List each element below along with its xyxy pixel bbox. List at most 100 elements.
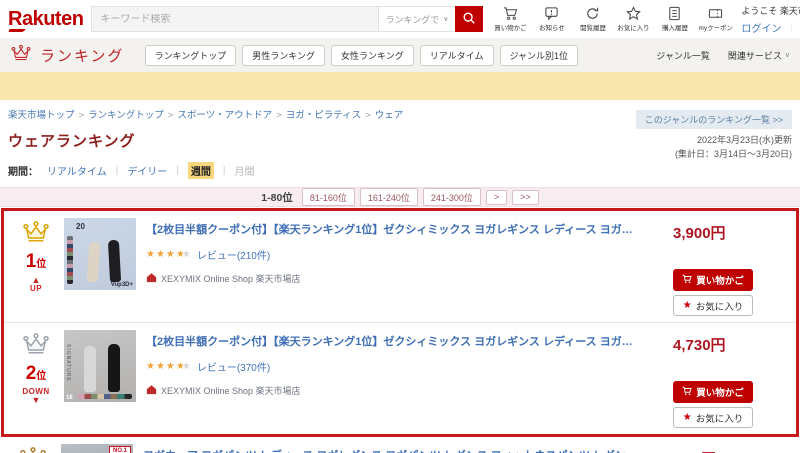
- login-link[interactable]: ログイン: [741, 20, 781, 35]
- search-button[interactable]: [455, 6, 483, 32]
- color-swatches: [78, 394, 132, 399]
- tally-period: (集計日：3月14日～3月20日): [675, 148, 792, 162]
- cart-link[interactable]: 買い物かご: [493, 6, 528, 33]
- rank-number: 2位: [26, 364, 47, 383]
- review-count-link[interactable]: レビュー(210件): [197, 247, 270, 262]
- add-to-cart-button[interactable]: 買い物かご: [673, 381, 753, 403]
- pagination-241-300[interactable]: 241-300位: [423, 188, 481, 206]
- breadcrumb-link[interactable]: ヨガ・ピラティス: [286, 110, 361, 121]
- search-bar: ランキングで ∨: [91, 6, 483, 32]
- product-title-link[interactable]: ヨガウェア ヨガパンツ レディース ヨガレギンス ヨガパンツ レギンス フィット…: [143, 447, 641, 453]
- nav-ranking-top[interactable]: ランキングトップ: [145, 45, 237, 66]
- product-image[interactable]: NO.1: [61, 444, 133, 453]
- search-icon: [462, 11, 476, 28]
- shop-row: XEXYMIX Online Shop 楽天市場店: [146, 272, 638, 285]
- pagination-81-160[interactable]: 81-160位: [302, 188, 355, 206]
- search-category-dropdown[interactable]: ランキングで ∨: [378, 6, 456, 32]
- trend-down-indicator: DOWN ▼: [22, 388, 49, 405]
- document-icon: [667, 6, 682, 21]
- history-link[interactable]: 閲覧履歴: [575, 6, 610, 33]
- search-input-wrap: [91, 6, 377, 32]
- price-text: 998円: [676, 448, 716, 453]
- product-image[interactable]: 20 Vup3D+: [64, 218, 136, 290]
- period-monthly[interactable]: 月間: [235, 163, 255, 178]
- rakuten-logo[interactable]: Rakuten: [8, 9, 83, 29]
- leggings-dark: [108, 240, 121, 283]
- product-title-link[interactable]: 【2枚目半額クーポン付】【楽天ランキング1位】ゼクシィミックス ヨガレギンス レ…: [146, 221, 638, 237]
- product-title-link[interactable]: 【2枚目半額クーポン付】【楽天ランキング1位】ゼクシィミックス ヨガレギンス レ…: [146, 333, 638, 349]
- related-services-label: 関連サービス: [728, 49, 782, 62]
- product-image[interactable]: SIGNATURE 18: [64, 330, 136, 402]
- pagination-next[interactable]: >: [486, 190, 507, 205]
- color-count-label: 18: [66, 395, 73, 401]
- star-icon: ★: [683, 412, 692, 423]
- review-count-link[interactable]: レビュー(370件): [197, 359, 270, 374]
- breadcrumb-separator: >: [79, 110, 85, 121]
- signature-label: SIGNATURE: [65, 344, 71, 382]
- related-services-link[interactable]: 関連サービス ∨: [728, 49, 790, 62]
- breadcrumb-link[interactable]: ランキングトップ: [88, 110, 164, 121]
- updated-date: 2022年3月23日(水)更新: [675, 134, 792, 148]
- rank-column: 3位 ▲ UP: [7, 444, 59, 453]
- breadcrumb-separator: >: [365, 110, 371, 121]
- genre-info-block: このジャンルのランキング一覧 >> 2022年3月23日(水)更新 (集計日：3…: [636, 110, 792, 161]
- leggings-dark: [108, 344, 120, 392]
- color-swatches: [67, 236, 73, 284]
- price-text: 4,730円: [673, 334, 726, 355]
- favorite-button-label: お気に入り: [696, 299, 744, 313]
- purchase-history-link[interactable]: 購入履歴: [657, 6, 692, 33]
- breadcrumb-link[interactable]: 楽天市場トップ: [8, 110, 75, 121]
- coupon-link[interactable]: myクーポン: [698, 6, 733, 33]
- notice-link[interactable]: お知らせ: [534, 6, 569, 33]
- favorite-button[interactable]: ★ お気に入り: [673, 295, 753, 316]
- favorite-button[interactable]: ★ お気に入り: [673, 407, 753, 428]
- add-to-cart-button[interactable]: 買い物かご: [673, 269, 753, 291]
- price-column: 4,730円 買い物かご ★ お気に入り: [638, 330, 788, 428]
- pagination-last[interactable]: >>: [512, 190, 539, 205]
- trend-up-indicator: ▲ UP: [30, 276, 42, 293]
- leggings-light: [87, 242, 101, 283]
- genre-ranking-list-button[interactable]: このジャンルのランキング一覧 >>: [636, 110, 792, 129]
- nav-genre-no1[interactable]: ジャンル別1位: [500, 45, 579, 66]
- update-info: 2022年3月23日(水)更新 (集計日：3月14日～3月20日): [675, 134, 792, 161]
- breadcrumb-link[interactable]: スポーツ・アウトドア: [177, 110, 272, 121]
- search-input[interactable]: [100, 14, 369, 25]
- period-selector: 期間： リアルタイム | デイリー | 週間 | 月間: [8, 162, 792, 179]
- star-icon: ★: [683, 300, 692, 311]
- star-rating-icon: ★★★★: [146, 361, 186, 372]
- account-divider: ｜: [787, 21, 796, 34]
- product-info: ヨガウェア ヨガパンツ レディース ヨガレギンス ヨガパンツ レギンス フィット…: [143, 444, 641, 453]
- cart-button-label: 買い物かご: [696, 385, 744, 399]
- period-divider: |: [223, 165, 226, 176]
- shop-name-link[interactable]: XEXYMIX Online Shop 楽天市場店: [161, 272, 301, 285]
- review-row: ★★★★★ レビュー(370件): [146, 359, 638, 374]
- nav-realtime[interactable]: リアルタイム: [420, 45, 494, 66]
- period-daily[interactable]: デイリー: [127, 163, 167, 178]
- pagination-161-240[interactable]: 161-240位: [360, 188, 418, 206]
- cart-icon: [503, 6, 518, 21]
- chevron-down-icon: ∨: [443, 15, 448, 23]
- period-realtime[interactable]: リアルタイム: [47, 163, 107, 178]
- breadcrumb-link[interactable]: ウェア: [375, 110, 404, 121]
- shop-icon: [146, 384, 157, 397]
- favorites-link[interactable]: お気に入り: [616, 6, 651, 33]
- color-count-label: 20: [76, 222, 85, 231]
- period-weekly-selected[interactable]: 週間: [188, 162, 214, 179]
- item3-wrap: 3位 ▲ UP NO.1 ヨガウェア ヨガパンツ レディース ヨガレギンス ヨガ…: [1, 437, 799, 453]
- ad-banner-band: [0, 72, 800, 100]
- ranking-item-1: 1位 ▲ UP 20 Vup3D+ 【2枚目半額クーポン付】【楽天ランキング1位…: [4, 211, 796, 323]
- favorites-label: お気に入り: [618, 23, 650, 32]
- shop-name-link[interactable]: XEXYMIX Online Shop 楽天市場店: [161, 384, 301, 397]
- price-column: 998円 買い物かご ★ お気に入り: [641, 444, 791, 453]
- search-category-label: ランキングで: [386, 13, 440, 26]
- genre-list-link[interactable]: ジャンル一覧: [656, 49, 710, 62]
- ranking-nav-right: ジャンル一覧 関連サービス ∨: [656, 49, 790, 62]
- notice-label: お知らせ: [539, 23, 565, 32]
- nav-mens-ranking[interactable]: 男性ランキング: [242, 45, 325, 66]
- cart-label: 買い物かご: [495, 23, 527, 32]
- coupon-label: myクーポン: [699, 23, 733, 32]
- ranking-item-2: 2位 DOWN ▼ SIGNATURE 18 【2枚目半額クーポン付】【楽天ラン…: [4, 323, 796, 434]
- nav-womens-ranking[interactable]: 女性ランキング: [331, 45, 414, 66]
- no1-badge: NO.1: [109, 446, 131, 453]
- top2-highlight-box: 1位 ▲ UP 20 Vup3D+ 【2枚目半額クーポン付】【楽天ランキング1位…: [1, 208, 799, 437]
